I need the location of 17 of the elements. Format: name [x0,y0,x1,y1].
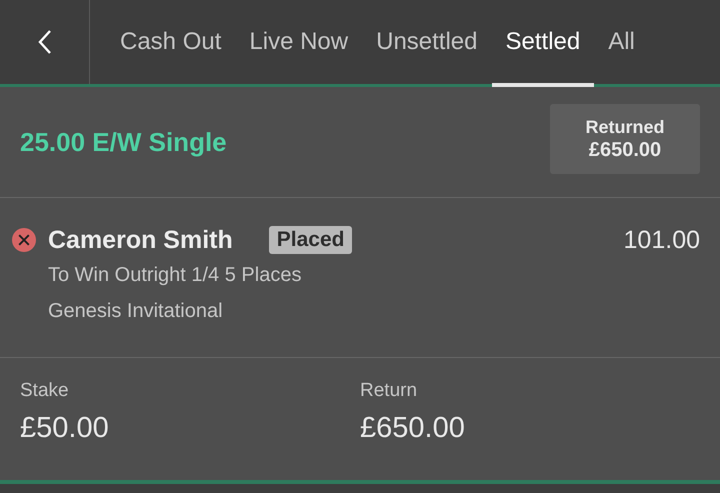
tab[interactable]: Cash Out [106,0,236,87]
back-icon [38,29,52,55]
market-text: To Win Outright 1/4 5 Places [48,264,302,288]
selection-name: Cameron Smith [48,226,233,254]
tab[interactable]: Unsettled [362,0,492,87]
stake-label: Stake [20,380,70,402]
tab[interactable]: All [594,0,649,87]
event-text: Genesis Invitational [48,300,224,324]
tab[interactable]: Live Now [235,0,362,87]
odds: 101.00 [624,226,700,254]
return-label: Return [360,380,418,402]
placed-badge: Placed [268,226,352,254]
stake-value: £50.00 [20,412,110,445]
return-value: £650.00 [360,412,466,445]
returned-label: Returned [585,116,664,139]
returned-amount: £650.00 [588,139,662,162]
bet-title: 25.00 E/W Single [20,126,227,158]
